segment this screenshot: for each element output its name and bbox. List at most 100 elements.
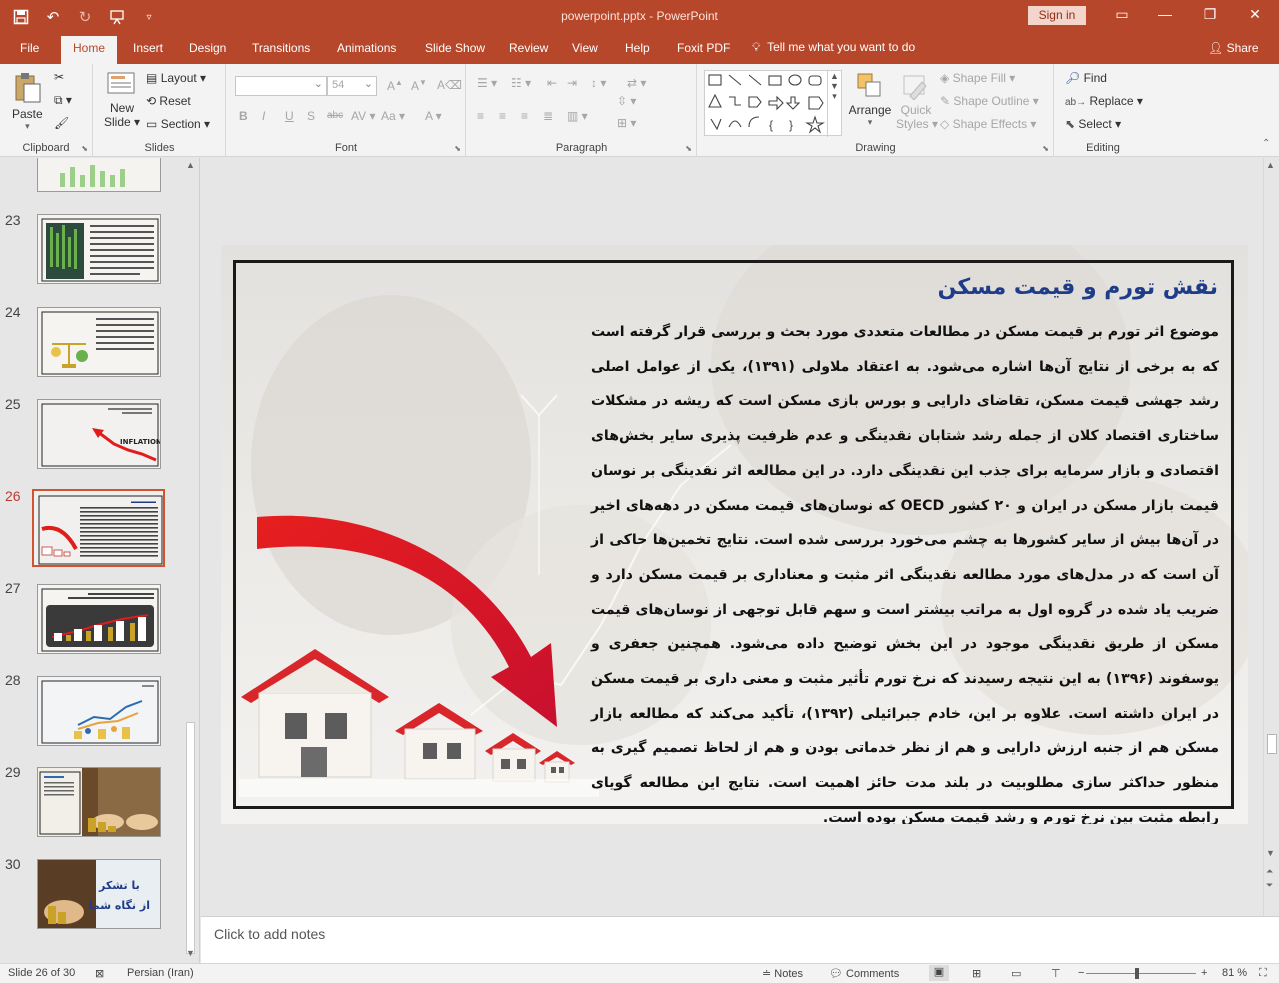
drawing-launcher-icon[interactable]: ⬊ <box>1042 144 1049 153</box>
font-size-combo[interactable]: 54 <box>327 76 377 96</box>
tell-me-search[interactable]: 💡︎ Tell me what you want to do <box>752 40 915 55</box>
collapse-ribbon-icon[interactable]: ⌃ <box>1262 138 1270 149</box>
decrease-font-icon[interactable]: A▼ <box>411 78 427 93</box>
paragraph-launcher-icon[interactable]: ⬊ <box>685 144 692 153</box>
zoom-in-icon[interactable]: + <box>1201 967 1207 979</box>
paste-button[interactable]: Paste ▾ <box>12 72 43 132</box>
next-slide-icon[interactable]: ⏷ <box>1266 880 1273 891</box>
paste-dropdown-icon[interactable]: ▾ <box>12 121 43 132</box>
fit-slide-icon[interactable]: ⛶ <box>1259 967 1267 980</box>
tab-foxit-pdf[interactable]: Foxit PDF <box>677 41 730 55</box>
align-right-icon[interactable]: ≡ <box>521 109 528 123</box>
smartart-icon[interactable]: ⊞ ▾ <box>617 116 636 130</box>
tab-file[interactable]: File <box>20 41 39 55</box>
tab-transitions[interactable]: Transitions <box>252 41 310 55</box>
select-button[interactable]: ⬉ Select ▾ <box>1065 117 1121 131</box>
slide-thumbnail-22[interactable] <box>37 158 161 192</box>
new-slide-button[interactable]: New Slide ▾ <box>104 70 140 129</box>
previous-slide-icon[interactable]: ⏶ <box>1266 866 1273 877</box>
bold-icon[interactable]: B <box>239 109 248 123</box>
tab-review[interactable]: Review <box>509 41 548 55</box>
clear-formatting-icon[interactable]: A⌫ <box>437 78 462 92</box>
strikethrough-icon[interactable]: abc <box>327 110 343 121</box>
reset-button[interactable]: ⟲ Reset <box>146 94 191 108</box>
quick-styles-button[interactable]: Quick Styles ▾ <box>896 72 938 131</box>
slide-scroll-thumb[interactable] <box>1267 734 1277 754</box>
font-launcher-icon[interactable]: ⬊ <box>454 144 461 153</box>
language-indicator[interactable]: Persian (Iran) <box>127 967 194 979</box>
change-case-icon[interactable]: Aa ▾ <box>381 109 405 123</box>
sign-in-button[interactable]: Sign in <box>1028 6 1086 25</box>
reading-view-icon[interactable]: ▭ <box>1011 967 1021 980</box>
slide-thumbnail-25[interactable]: INFLATION <box>37 399 161 469</box>
notes-pane[interactable]: Click to add notes <box>201 916 1279 963</box>
scroll-up-icon[interactable]: ▲ <box>1266 160 1275 170</box>
tab-home[interactable]: Home <box>61 36 118 64</box>
comments-toggle-button[interactable]: 💬︎ Comments <box>829 967 899 980</box>
align-left-icon[interactable]: ≡ <box>477 109 484 123</box>
spell-check-icon[interactable]: ⊠ <box>95 967 104 980</box>
tab-animations[interactable]: Animations <box>337 41 396 55</box>
text-direction-icon[interactable]: ⇄ ▾ <box>627 76 646 90</box>
slide-thumbnail-27[interactable] <box>37 584 161 654</box>
slide-scrollbar[interactable]: ▲ ▼ ⏶ ⏷ <box>1263 158 1279 916</box>
arrange-button[interactable]: Arrange ▾ <box>848 72 892 128</box>
increase-font-icon[interactable]: A▲ <box>387 78 403 93</box>
close-icon[interactable]: ✕ <box>1244 6 1266 23</box>
notes-toggle-button[interactable]: ≐ Notes <box>762 967 803 980</box>
thumbnail-scrollbar[interactable]: ▲ ▼ <box>183 158 199 963</box>
zoom-out-icon[interactable]: − <box>1078 967 1084 979</box>
zoom-slider-thumb[interactable] <box>1135 968 1139 979</box>
notes-placeholder[interactable]: Click to add notes <box>214 926 325 942</box>
zoom-slider-track[interactable] <box>1086 973 1196 974</box>
normal-view-icon[interactable]: ▣ <box>929 965 949 981</box>
slide-thumbnail-23[interactable] <box>37 214 161 284</box>
clipboard-launcher-icon[interactable]: ⬊ <box>81 144 88 153</box>
slide-thumbnail-26[interactable]: ▬▬▬▬▬ <box>32 489 165 567</box>
slide-thumbnail-29[interactable] <box>37 767 161 837</box>
shape-outline-button[interactable]: ✎ Shape Outline ▾ <box>940 94 1039 108</box>
numbering-icon[interactable]: ☷ ▾ <box>511 76 531 90</box>
font-color-icon[interactable]: A ▾ <box>425 109 442 123</box>
font-name-combo[interactable] <box>235 76 327 96</box>
tab-view[interactable]: View <box>572 41 598 55</box>
find-button[interactable]: 🔎︎ Find <box>1065 71 1107 85</box>
shape-effects-button[interactable]: ◇ Shape Effects ▾ <box>940 117 1036 131</box>
slide-sorter-icon[interactable]: ⊞ <box>972 967 981 980</box>
decrease-indent-icon[interactable]: ⇤ <box>547 76 557 90</box>
replace-button[interactable]: ab→ Replace ▾ <box>1065 94 1143 108</box>
cut-icon[interactable]: ✂ <box>54 70 64 84</box>
restore-icon[interactable]: ❐ <box>1199 6 1221 23</box>
scroll-down-icon[interactable]: ▼ <box>1266 848 1275 858</box>
tab-design[interactable]: Design <box>189 41 226 55</box>
shapes-more-icon[interactable]: ▲ ▼ ▾ <box>827 71 841 137</box>
tab-help[interactable]: Help <box>625 41 650 55</box>
minimize-icon[interactable]: — <box>1154 6 1176 22</box>
shape-fill-button[interactable]: ◈ Shape Fill ▾ <box>940 71 1015 85</box>
scroll-down-icon[interactable]: ▼ <box>186 948 195 958</box>
section-button[interactable]: ▭ Section ▾ <box>146 117 210 131</box>
slide-thumbnail-24[interactable] <box>37 307 161 377</box>
zoom-level[interactable]: 81 % <box>1222 967 1247 979</box>
increase-indent-icon[interactable]: ⇥ <box>567 76 577 90</box>
slide-title[interactable]: نقش تورم و قیمت مسکن <box>938 275 1218 300</box>
align-text-icon[interactable]: ⇳ ▾ <box>617 94 636 108</box>
thumbnail-scroll-thumb[interactable] <box>186 722 195 954</box>
scroll-up-icon[interactable]: ▲ <box>186 160 195 170</box>
slide-thumbnail-30[interactable]: با تشکر از نگاه شما <box>37 859 161 929</box>
shadow-icon[interactable]: S <box>307 109 315 123</box>
copy-icon[interactable]: ⧉ ▾ <box>54 93 72 108</box>
tab-insert[interactable]: Insert <box>133 41 163 55</box>
tab-slide-show[interactable]: Slide Show <box>425 41 485 55</box>
format-painter-icon[interactable]: 🖌︎ <box>54 116 69 130</box>
align-center-icon[interactable]: ≡ <box>499 109 506 123</box>
slide-body-text[interactable]: موضوع اثر تورم بر قیمت مسکن در مطالعات م… <box>591 315 1219 824</box>
shapes-gallery[interactable]: {} ▲ ▼ ▾ <box>704 70 842 137</box>
share-button[interactable]: 👤︎ Share <box>1208 41 1259 55</box>
underline-icon[interactable]: U <box>285 109 294 123</box>
current-slide[interactable]: نقش تورم و قیمت مسکن موضوع اثر تورم بر ق… <box>221 245 1248 824</box>
line-spacing-icon[interactable]: ↕ ▾ <box>591 76 606 90</box>
slideshow-view-icon[interactable]: ⊤ <box>1051 967 1061 980</box>
italic-icon[interactable]: I <box>262 109 265 123</box>
character-spacing-icon[interactable]: AV ▾ <box>351 109 375 123</box>
